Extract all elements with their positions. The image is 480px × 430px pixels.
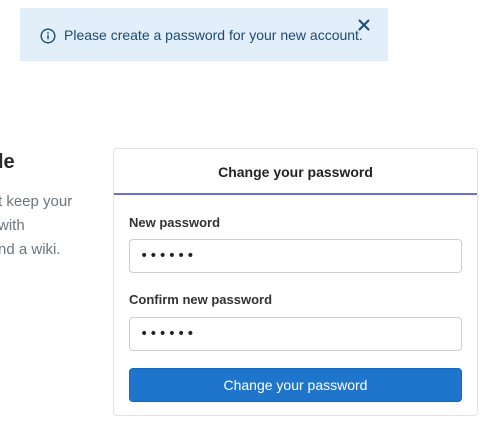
welcome-heading: le xyxy=(0,151,15,173)
info-circle-icon xyxy=(40,28,56,44)
change-password-card: Change your password New password Confir… xyxy=(113,148,478,416)
new-password-input[interactable] xyxy=(129,239,462,273)
description-line: t keep your xyxy=(0,193,73,210)
info-notice: Please create a password for your new ac… xyxy=(20,8,388,61)
description-line: nd a wiki. xyxy=(0,241,61,258)
confirm-password-label: Confirm new password xyxy=(129,292,273,307)
close-icon[interactable] xyxy=(357,18,371,32)
change-password-button[interactable]: Change your password xyxy=(129,368,462,402)
card-title: Change your password xyxy=(114,149,477,195)
new-password-label: New password xyxy=(129,215,221,230)
description-line: with xyxy=(0,217,25,234)
notice-message: Please create a password for your new ac… xyxy=(64,27,363,43)
confirm-password-input[interactable] xyxy=(129,317,462,351)
welcome-description: t keep your with nd a wiki. xyxy=(0,190,72,262)
